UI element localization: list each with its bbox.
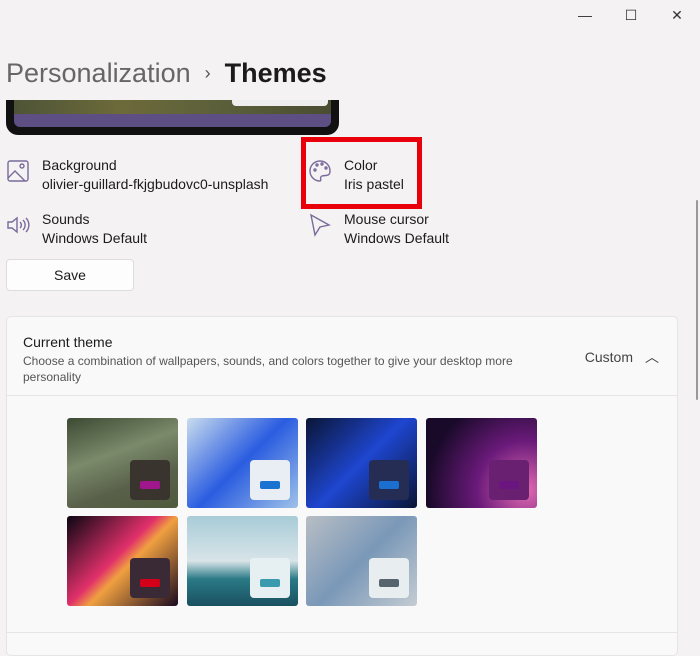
chevron-right-icon: › [204,63,211,83]
cursor-icon [310,213,331,237]
theme-thumbnail-windows-light[interactable] [186,418,298,508]
chevron-up-icon[interactable]: ︿ [645,347,659,367]
highlight-box [301,137,422,209]
current-theme-header[interactable]: Current theme Choose a combination of wa… [7,317,677,396]
current-theme-title: Current theme [23,334,113,350]
accent-swatch [259,579,280,587]
speaker-icon [7,216,30,234]
accent-swatch [379,579,399,587]
close-button[interactable]: ✕ [654,0,700,30]
sounds-setting[interactable]: Sounds Windows Default [6,210,147,248]
maximize-button[interactable]: ☐ [608,0,654,30]
theme-color-badge [369,460,409,500]
theme-color-badge [488,460,529,500]
background-label: Background [42,157,117,173]
mouse-cursor-value: Windows Default [344,230,450,246]
mouse-cursor-setting[interactable]: Mouse cursor Windows Default [308,210,449,248]
theme-preview [6,100,339,135]
background-value: olivier-guillard-fkjgbudovc0-unsplash [42,176,269,192]
background-setting[interactable]: Background olivier-guillard-fkjgbudovc0-u… [6,156,268,194]
theme-thumbnail-windows-dark[interactable] [306,418,417,508]
theme-thumbnail-flow[interactable] [186,516,298,606]
accent-swatch [140,481,160,489]
accent-swatch [140,579,160,587]
sounds-value: Windows Default [42,230,148,246]
minimize-button[interactable]: — [562,0,608,30]
window-controls: — ☐ ✕ [562,0,700,30]
theme-color-badge [249,558,290,598]
accent-swatch [259,481,280,489]
theme-color-badge [130,460,170,500]
page-title: Themes [224,58,327,88]
theme-color-badge [249,460,290,500]
scrollbar[interactable] [696,200,698,400]
save-button[interactable]: Save [6,259,134,291]
sounds-label: Sounds [42,211,90,227]
theme-thumbnail-forest-cabin[interactable] [67,418,178,508]
theme-thumbnail-sunrise[interactable] [306,516,417,606]
theme-thumbnail-glow[interactable] [425,418,537,508]
breadcrumb-personalization[interactable]: Personalization [6,58,191,89]
current-theme-value: Custom [584,349,633,365]
divider [6,632,678,633]
theme-thumbnail-captured-motion[interactable] [67,516,178,606]
accent-swatch [498,481,519,489]
image-icon [7,160,29,182]
current-theme-description: Choose a combination of wallpapers, soun… [23,354,513,384]
mouse-cursor-label: Mouse cursor [344,211,429,227]
current-theme-panel: Current theme Choose a combination of wa… [6,316,678,656]
theme-color-badge [130,558,170,598]
accent-swatch [379,481,399,489]
theme-color-badge [369,558,409,598]
breadcrumb: Personalization › Themes [6,58,327,89]
